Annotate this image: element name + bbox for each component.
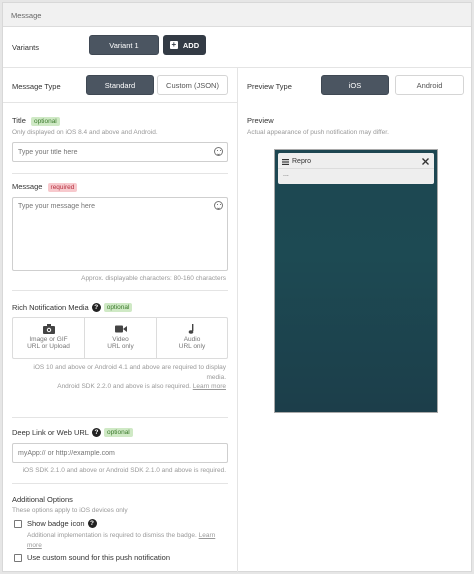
media-option-sub: URL or Upload xyxy=(27,343,70,350)
note-line: media. xyxy=(206,373,226,381)
add-variant-label: ADD xyxy=(182,40,200,50)
help-icon[interactable]: ? xyxy=(91,303,101,312)
title-input[interactable] xyxy=(12,142,228,162)
emoji-icon[interactable] xyxy=(214,201,223,210)
panel-header: Message xyxy=(3,3,471,27)
plus-icon: + xyxy=(169,40,178,49)
custom-sound-checkbox[interactable] xyxy=(14,554,22,562)
menu-icon xyxy=(282,158,289,165)
ios-label: iOS xyxy=(348,80,362,90)
panel-title: Message xyxy=(11,11,42,20)
phone-preview: Repro ... xyxy=(274,149,438,413)
message-type-standard[interactable]: Standard xyxy=(86,75,154,95)
deep-link-note: iOS SDK 2.1.0 and above or Android SDK 2… xyxy=(22,467,226,474)
deep-link-input[interactable] xyxy=(12,443,228,463)
standard-label: Standard xyxy=(104,80,136,90)
emoji-icon[interactable] xyxy=(214,147,223,156)
divider xyxy=(12,290,228,291)
optional-badge: optional xyxy=(103,303,133,312)
rich-media-label-text: Rich Notification Media xyxy=(12,303,89,312)
preview-label: Preview xyxy=(247,116,274,125)
learn-more-link[interactable]: Learn more xyxy=(193,383,226,390)
note-text: Additional implementation is required to… xyxy=(27,532,197,539)
video-camera-icon xyxy=(114,325,127,333)
learn-more-link[interactable]: more xyxy=(27,542,42,549)
preview-type-android[interactable]: Android xyxy=(395,75,464,95)
media-option-sub: URL only xyxy=(107,343,134,350)
media-option-title: Image or GIF xyxy=(29,336,68,343)
help-icon[interactable]: ? xyxy=(87,519,97,528)
media-option-sub: URL only xyxy=(178,343,206,350)
additional-options-help: These options apply to iOS devices only xyxy=(12,507,128,514)
media-type-selector: Image or GIF URL or Upload Video URL onl… xyxy=(12,317,228,359)
notification-divider xyxy=(278,168,434,169)
message-type-label: Message Type xyxy=(12,82,61,91)
badge-icon-note: Additional implementation is required to… xyxy=(27,531,231,550)
preview-help: Actual appearance of push notification m… xyxy=(247,129,389,136)
title-label: Title optional xyxy=(12,116,60,126)
notification-header: Repro xyxy=(282,158,311,165)
column-divider xyxy=(237,68,238,573)
android-label: Android xyxy=(416,80,443,90)
preview-type-label: Preview Type xyxy=(247,82,292,91)
deep-link-label-text: Deep Link or Web URL xyxy=(12,428,89,437)
optional-badge: optional xyxy=(30,117,60,126)
preview-type-ios[interactable]: iOS xyxy=(321,75,389,95)
media-option-title: Video xyxy=(112,336,129,343)
variant-1-button[interactable]: Variant 1 xyxy=(89,35,159,55)
divider xyxy=(3,102,237,103)
divider xyxy=(12,483,228,484)
divider xyxy=(12,417,228,418)
close-icon[interactable] xyxy=(422,158,429,165)
rich-media-label: Rich Notification Media ? optional xyxy=(12,303,133,312)
char-hint: Approx. displayable characters: 80-160 c… xyxy=(81,275,226,282)
message-label: Message required xyxy=(12,182,78,192)
learn-more-link[interactable]: Learn xyxy=(199,532,216,539)
optional-badge: optional xyxy=(103,428,133,437)
title-label-text: Title xyxy=(12,116,26,125)
note-text: Android SDK 2.2.0 and above is also requ… xyxy=(57,383,191,390)
notification-app-name: Repro xyxy=(292,158,312,165)
media-option-title: Audio xyxy=(183,336,201,343)
badge-icon-checkbox[interactable] xyxy=(14,520,22,528)
notification-card: Repro ... xyxy=(278,153,434,184)
divider xyxy=(12,173,228,174)
note-line: Android SDK 2.2.0 and above is also requ… xyxy=(6,382,226,392)
title-help: Only displayed on iOS 8.4 and above and … xyxy=(12,129,158,136)
badge-icon-label: Show badge icon xyxy=(27,519,85,528)
message-label-text: Message xyxy=(12,182,43,191)
custom-json-label: Custom (JSON) xyxy=(166,80,219,90)
custom-sound-label: Use custom sound for this push notificat… xyxy=(27,553,170,562)
media-option-video[interactable]: Video URL only xyxy=(85,318,157,358)
media-option-audio[interactable]: Audio URL only xyxy=(157,318,227,358)
message-panel: Message Variants Variant 1 + ADD Message… xyxy=(2,2,472,573)
add-variant-button[interactable]: + ADD xyxy=(163,35,206,55)
badge-icon-option: Show badge icon ? xyxy=(27,519,97,528)
help-icon[interactable]: ? xyxy=(91,428,101,437)
notification-body: ... xyxy=(283,171,289,178)
camera-icon xyxy=(42,324,55,334)
music-note-icon xyxy=(188,324,194,334)
note-line: iOS 10 and above or Android 4.1 and abov… xyxy=(33,364,226,371)
additional-options-label: Additional Options xyxy=(12,495,73,504)
message-textarea[interactable] xyxy=(12,197,228,271)
deep-link-label: Deep Link or Web URL ? optional xyxy=(12,428,133,437)
message-type-custom-json[interactable]: Custom (JSON) xyxy=(157,75,228,95)
variant-1-label: Variant 1 xyxy=(109,40,139,50)
variants-label: Variants xyxy=(12,43,39,52)
media-requirements-note: iOS 10 and above or Android 4.1 and abov… xyxy=(6,363,226,392)
media-option-image[interactable]: Image or GIF URL or Upload xyxy=(13,318,85,358)
required-badge: required xyxy=(47,183,78,192)
